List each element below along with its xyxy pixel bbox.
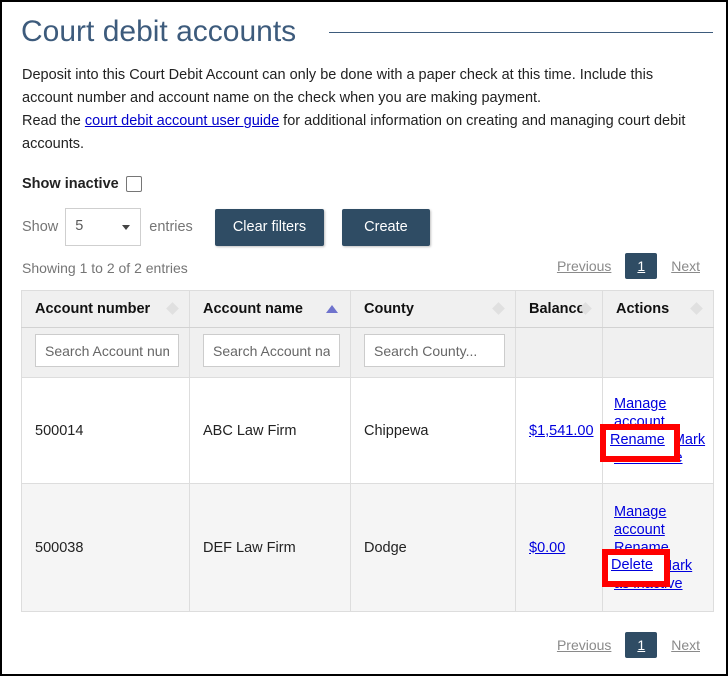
- cell-account-name: DEF Law Firm: [190, 484, 351, 612]
- column-header-account-name[interactable]: Account name: [190, 291, 351, 328]
- column-label: Actions: [616, 301, 669, 317]
- annotation-rename-text: Rename: [610, 432, 665, 448]
- page-header: Court debit accounts: [21, 10, 713, 56]
- sort-ascending-icon: [326, 305, 338, 313]
- column-label: County: [364, 301, 414, 317]
- sort-none-icon: [166, 302, 179, 315]
- action-rename-link[interactable]: Rename: [614, 540, 669, 556]
- pagination-bottom: Previous 1 Next: [549, 632, 708, 658]
- action-manage-account-link[interactable]: Manage account: [614, 396, 666, 430]
- clear-filters-button[interactable]: Clear filters: [215, 209, 324, 246]
- show-inactive-label: Show inactive: [22, 176, 119, 192]
- filter-cell-account-name: [190, 328, 351, 378]
- pagination-next[interactable]: Next: [663, 637, 708, 653]
- filter-cell-balance: [516, 328, 603, 378]
- pagination-top: Previous 1 Next: [549, 253, 708, 279]
- table-row: 500038 DEF Law Firm Dodge $0.00 Manage a…: [22, 484, 714, 612]
- search-account-number-input[interactable]: [35, 334, 179, 367]
- column-label: Account name: [203, 301, 303, 317]
- pagination-page-1[interactable]: 1: [625, 632, 657, 658]
- show-entries-label: Show: [22, 219, 58, 235]
- sort-none-icon: [492, 302, 505, 315]
- search-county-input[interactable]: [364, 334, 505, 367]
- column-label: Account number: [35, 301, 150, 317]
- create-button[interactable]: Create: [342, 209, 430, 246]
- table-info: Showing 1 to 2 of 2 entries: [22, 260, 188, 276]
- cell-actions: Manage account Rename Delete Mark as ina…: [603, 484, 714, 612]
- chevron-down-icon: [122, 225, 130, 230]
- filter-cell-account-number: [22, 328, 190, 378]
- column-header-actions[interactable]: Actions: [603, 291, 714, 328]
- pagination-next[interactable]: Next: [663, 258, 708, 274]
- intro-paragraph-1: Deposit into this Court Debit Account ca…: [22, 67, 653, 106]
- filter-cell-actions: [603, 328, 714, 378]
- cell-balance: $0.00: [516, 484, 603, 612]
- filter-cell-county: [351, 328, 516, 378]
- entries-label: entries: [149, 219, 193, 235]
- search-account-name-input[interactable]: [203, 334, 340, 367]
- page-title: Court debit accounts: [21, 10, 296, 54]
- cell-account-number: 500038: [22, 484, 190, 612]
- cell-county: Chippewa: [351, 378, 516, 484]
- table-filter-row: [22, 328, 714, 378]
- balance-link[interactable]: $0.00: [529, 540, 565, 556]
- table-controls: Show 5 entries Clear filters Create: [22, 206, 430, 248]
- sort-none-icon: [690, 302, 703, 315]
- show-inactive-group[interactable]: Show inactive: [22, 176, 142, 192]
- page-length-select[interactable]: 5: [65, 208, 141, 246]
- cell-account-name: ABC Law Firm: [190, 378, 351, 484]
- intro-text: Deposit into this Court Debit Account ca…: [22, 64, 694, 156]
- page-container: Court debit accounts Deposit into this C…: [0, 0, 728, 676]
- user-guide-link[interactable]: court debit account user guide: [85, 113, 279, 129]
- cell-county: Dodge: [351, 484, 516, 612]
- intro-read-prefix: Read the: [22, 113, 85, 129]
- title-divider: [329, 32, 713, 33]
- column-header-account-number[interactable]: Account number: [22, 291, 190, 328]
- pagination-previous[interactable]: Previous: [549, 258, 619, 274]
- column-header-county[interactable]: County: [351, 291, 516, 328]
- table-header-row: Account number Account name County Balan…: [22, 291, 714, 328]
- pagination-previous[interactable]: Previous: [549, 637, 619, 653]
- page-length-value: 5: [75, 218, 83, 234]
- balance-link[interactable]: $1,541.00: [529, 423, 594, 439]
- column-header-balance[interactable]: Balance: [516, 291, 603, 328]
- annotation-delete-text: Delete: [611, 557, 653, 573]
- pagination-page-1[interactable]: 1: [625, 253, 657, 279]
- column-label: Balance: [529, 301, 585, 317]
- show-inactive-checkbox[interactable]: [126, 176, 142, 192]
- action-manage-account-link[interactable]: Manage account: [614, 504, 666, 538]
- cell-balance: $1,541.00: [516, 378, 603, 484]
- cell-account-number: 500014: [22, 378, 190, 484]
